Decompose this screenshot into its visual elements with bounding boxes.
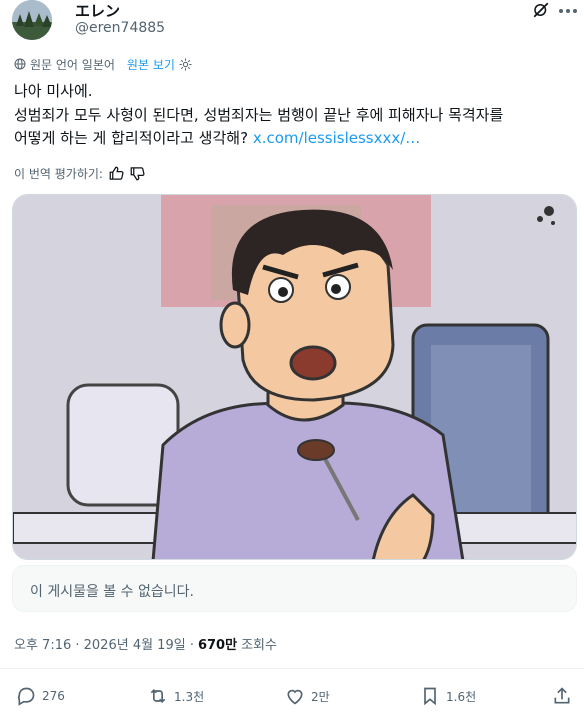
- tweet-link[interactable]: x.com/lessislessxxx/…: [253, 129, 420, 147]
- tweet-text-line-3: 어떻게 하는 게 합리적이라고 생각해? x.com/lessislessxxx…: [14, 127, 420, 148]
- gear-icon[interactable]: [179, 58, 192, 71]
- reply-icon: [18, 687, 35, 706]
- reply-count: 276: [42, 689, 65, 703]
- divider: [0, 668, 584, 669]
- like-button[interactable]: 2만: [285, 684, 330, 708]
- views-count: 670만: [197, 638, 238, 653]
- thumbs-down-icon[interactable]: [130, 166, 145, 181]
- thumbs-up-icon[interactable]: [109, 166, 124, 181]
- retweet-button[interactable]: 1.3천: [148, 684, 204, 708]
- retweet-count: 1.3천: [174, 689, 205, 704]
- translation-info: 원문 언어 일본어 원본 보기: [14, 55, 192, 73]
- avatar[interactable]: [12, 0, 52, 40]
- like-count: 2만: [311, 689, 330, 704]
- tweet-text-line-1: 나아 미사에.: [14, 82, 93, 100]
- share-button[interactable]: [552, 684, 572, 708]
- bookmark-button[interactable]: 1.6천: [420, 684, 476, 708]
- heart-icon: [287, 689, 303, 705]
- share-icon: [554, 687, 570, 704]
- x-logo-icon[interactable]: [532, 1, 550, 19]
- tweet-timestamp[interactable]: 오후 7:16 · 2026년 4월 19일 ·: [14, 634, 194, 653]
- author-display-name[interactable]: エレン: [75, 0, 120, 21]
- views-label: 조회수: [241, 638, 277, 653]
- tweet-text-line-3-body: 어떻게 하는 게 합리적이라고 생각해?: [14, 129, 249, 147]
- rate-translation: 이 번역 평가하기:: [14, 165, 145, 182]
- translation-label: 원문 언어 일본어: [30, 57, 115, 72]
- bookmark-count: 1.6천: [446, 689, 477, 704]
- tweet-text-line-2: 성범죄가 모두 사형이 된다면, 성범죄자는 범행이 끝난 후에 피해자나 목격…: [14, 106, 504, 124]
- tweet-media-image[interactable]: [12, 194, 577, 560]
- reply-button[interactable]: 276: [16, 684, 65, 708]
- rate-translation-label: 이 번역 평가하기:: [14, 167, 103, 181]
- more-icon[interactable]: [558, 8, 578, 14]
- author-handle[interactable]: @eren74885: [75, 20, 165, 36]
- show-original-link[interactable]: 원본 보기: [127, 56, 175, 73]
- bookmark-icon: [424, 687, 436, 706]
- quoted-post-message: 이 게시물을 볼 수 없습니다.: [30, 584, 194, 600]
- quoted-post-unavailable: 이 게시물을 볼 수 없습니다.: [12, 565, 577, 612]
- tweet-meta: 오후 7:16 · 2026년 4월 19일 · 670만 조회수: [14, 634, 277, 653]
- retweet-icon: [150, 688, 166, 704]
- globe-icon: [14, 58, 26, 70]
